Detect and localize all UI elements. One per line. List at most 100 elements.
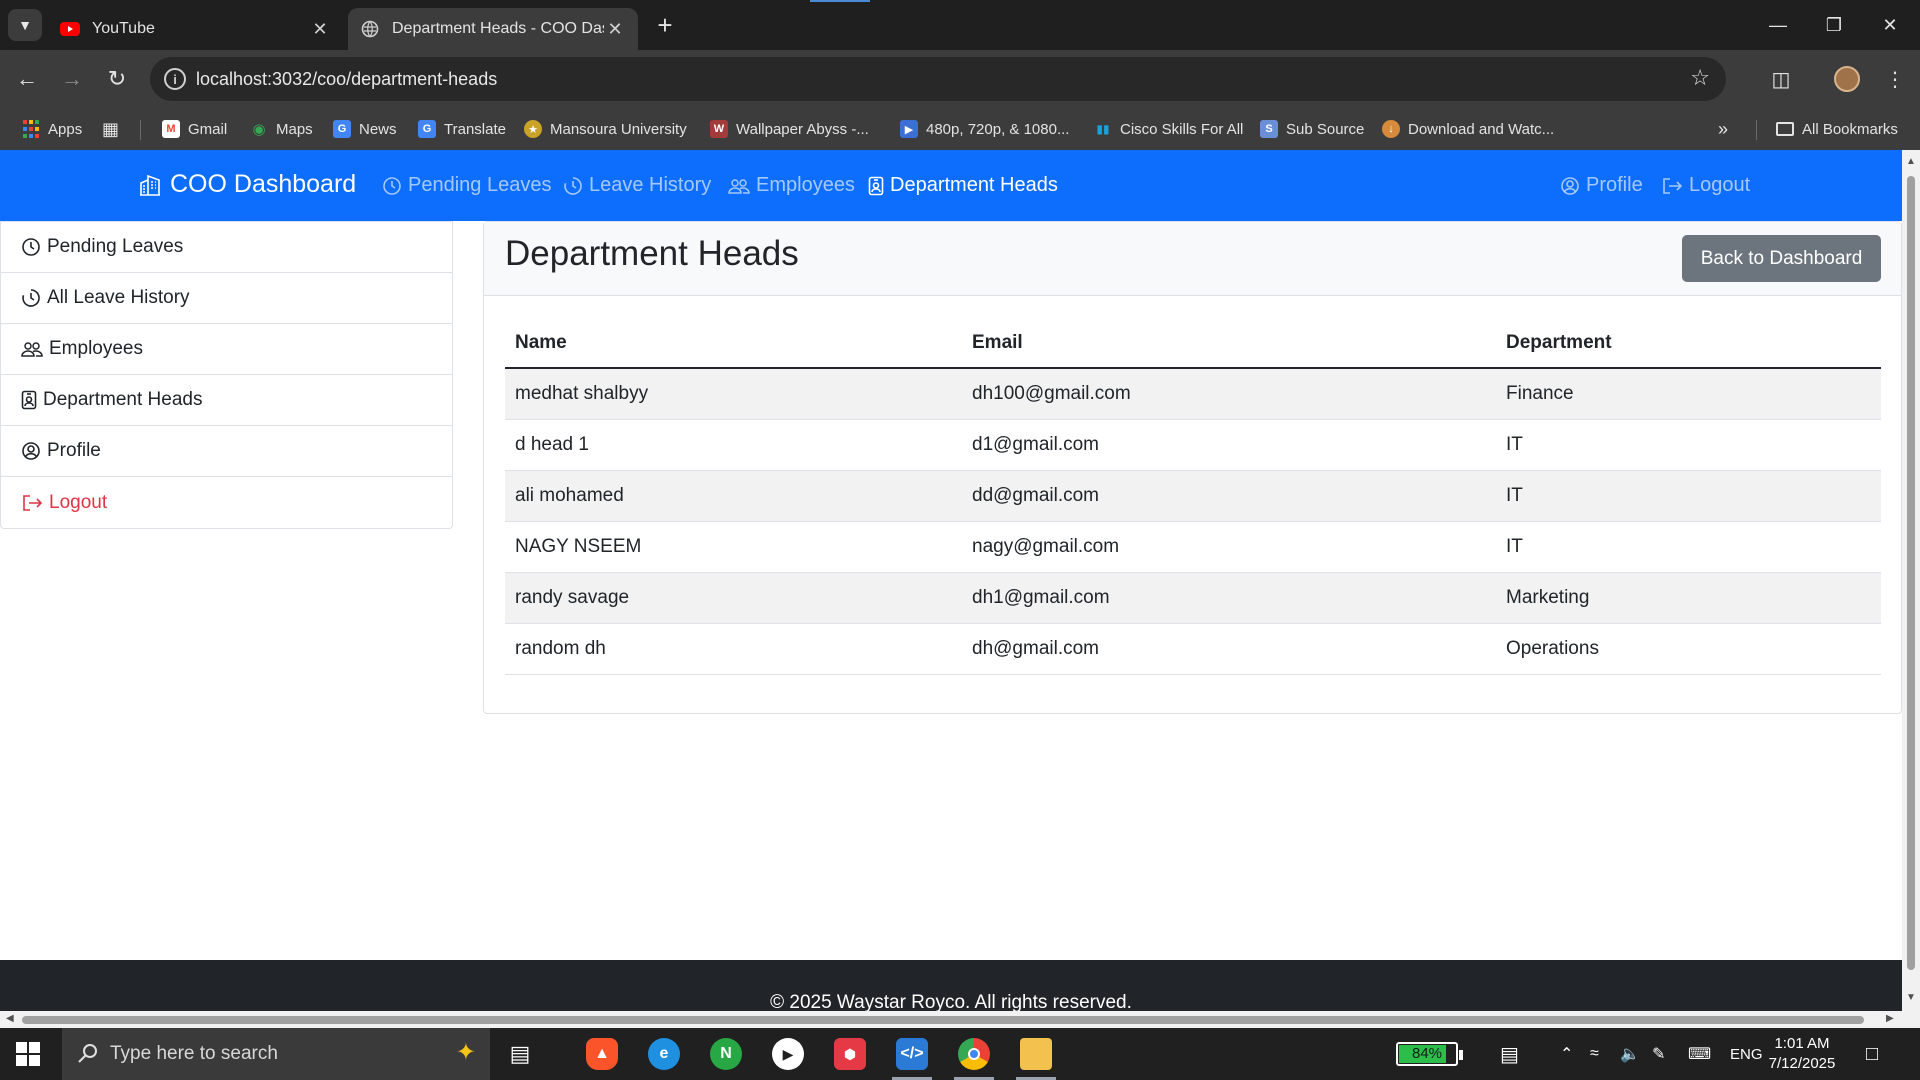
- taskbar-search-box[interactable]: Type here to search ✦: [62, 1028, 490, 1080]
- column-header-department: Department: [1496, 318, 1881, 369]
- bookmark-label: Download and Watc...: [1408, 120, 1555, 138]
- vscode-icon[interactable]: </>: [896, 1038, 928, 1070]
- bookmark-cisco[interactable]: ▮▮ Cisco Skills For All: [1094, 108, 1243, 150]
- scroll-down-icon[interactable]: ▼: [1906, 992, 1916, 1003]
- tab-search-button[interactable]: ▼: [8, 9, 42, 41]
- sidebar-item-logout[interactable]: Logout: [1, 477, 452, 528]
- sidebar-item-label: Profile: [47, 440, 101, 461]
- back-to-dashboard-button[interactable]: Back to Dashboard: [1682, 235, 1881, 282]
- browser-menu-button[interactable]: ⋮: [1878, 62, 1912, 96]
- chevron-up-icon[interactable]: ⌃: [1560, 1028, 1573, 1080]
- kebab-menu-icon: ⋮: [1885, 68, 1905, 91]
- bookmark-480p[interactable]: ▶ 480p, 720p, & 1080...: [900, 108, 1069, 150]
- bookmark-apps[interactable]: Apps: [22, 108, 82, 150]
- bookmark-download[interactable]: ↓ Download and Watc...: [1382, 108, 1554, 150]
- news-widget-icon[interactable]: ▤: [1500, 1028, 1519, 1080]
- nav-department-heads[interactable]: Department Heads: [868, 174, 1058, 197]
- notifications-icon[interactable]: □: [1866, 1028, 1878, 1080]
- nodejs-app-icon[interactable]: N: [710, 1038, 742, 1070]
- profile-avatar[interactable]: [1834, 66, 1860, 92]
- bookmark-wallpaper[interactable]: W Wallpaper Abyss -...: [710, 108, 869, 150]
- sidebar-item-employees[interactable]: Employees: [1, 324, 452, 375]
- close-icon[interactable]: ✕: [604, 19, 626, 40]
- department-heads-table: Name Email Department medhat shalbyy dh1…: [505, 318, 1881, 675]
- restore-button[interactable]: ❐: [1804, 8, 1864, 42]
- cell-department: Finance: [1496, 368, 1881, 420]
- close-icon[interactable]: ✕: [309, 19, 331, 40]
- battery-indicator[interactable]: 84%: [1396, 1042, 1463, 1066]
- edge-browser-icon[interactable]: e: [648, 1038, 680, 1070]
- nav-logout[interactable]: Logout: [1661, 174, 1750, 197]
- shield-app-icon[interactable]: ⬢: [834, 1038, 866, 1070]
- cell-department: Operations: [1496, 623, 1881, 675]
- pen-icon[interactable]: ✎: [1652, 1028, 1665, 1080]
- sidebar-item-all-leave-history[interactable]: All Leave History: [1, 273, 452, 324]
- tab-youtube[interactable]: YouTube ✕: [48, 8, 343, 50]
- nav-pending-leaves[interactable]: Pending Leaves: [382, 174, 551, 197]
- language-indicator[interactable]: ENG: [1730, 1028, 1763, 1080]
- nav-profile[interactable]: Profile: [1560, 174, 1643, 197]
- horizontal-scroll-thumb[interactable]: [22, 1016, 1864, 1024]
- brand-label: COO Dashboard: [170, 170, 357, 198]
- bookmark-label: Wallpaper Abyss -...: [736, 120, 869, 138]
- nav-label: Employees: [756, 174, 855, 196]
- window-accent: [810, 0, 870, 2]
- sidebar-item-profile[interactable]: Profile: [1, 426, 452, 477]
- brave-browser-icon[interactable]: ▲: [586, 1038, 618, 1070]
- scroll-left-icon[interactable]: ◀: [6, 1013, 14, 1024]
- address-bar[interactable]: i localhost:3032/coo/department-heads ☆: [150, 57, 1726, 101]
- sidebar-item-label: Employees: [49, 338, 143, 359]
- bookmark-translate[interactable]: G Translate: [418, 108, 506, 150]
- back-button[interactable]: ←: [10, 62, 44, 96]
- bookmark-star-icon[interactable]: ☆: [1690, 65, 1710, 91]
- bookmark-gmail[interactable]: M Gmail: [162, 108, 227, 150]
- scroll-right-icon[interactable]: ▶: [1886, 1013, 1894, 1024]
- more-bookmarks-button[interactable]: »: [1718, 108, 1728, 150]
- vertical-scroll-thumb[interactable]: [1907, 176, 1915, 970]
- page-title: Department Heads: [505, 234, 799, 273]
- nav-leave-history[interactable]: Leave History: [563, 174, 711, 197]
- system-clock[interactable]: 1:01 AM 7/12/2025: [1762, 1034, 1842, 1074]
- reload-button[interactable]: ↻: [100, 62, 134, 96]
- site-info-icon[interactable]: i: [164, 68, 186, 90]
- keyboard-icon[interactable]: ⌨: [1688, 1028, 1711, 1080]
- bookmark-subsource[interactable]: S Sub Source: [1260, 108, 1364, 150]
- minimize-button[interactable]: —: [1748, 8, 1808, 42]
- file-explorer-icon[interactable]: [1020, 1038, 1052, 1070]
- extensions-button[interactable]: ◫: [1764, 62, 1798, 96]
- bookmark-mansoura[interactable]: ★ Mansoura University: [524, 108, 687, 150]
- address-url: localhost:3032/coo/department-heads: [196, 68, 498, 89]
- tab-department-heads[interactable]: Department Heads - COO Dashboard ✕: [348, 8, 638, 50]
- tab-groups-button[interactable]: ▦: [102, 108, 119, 150]
- wifi-icon[interactable]: ≈: [1590, 1028, 1599, 1080]
- bookmark-label: Translate: [444, 120, 506, 138]
- bookmark-news[interactable]: G News: [333, 108, 397, 150]
- sidebar-item-label: All Leave History: [47, 287, 190, 308]
- column-header-email: Email: [962, 318, 1496, 369]
- sidebar-item-department-heads[interactable]: Department Heads: [1, 375, 452, 426]
- windows-start-icon[interactable]: [16, 1042, 40, 1066]
- grid-icon: ▦: [102, 118, 120, 139]
- nav-employees[interactable]: Employees: [728, 174, 855, 197]
- logout-icon: [21, 493, 43, 513]
- brand-link[interactable]: COO Dashboard: [138, 170, 356, 199]
- browser-tab-strip: ▼ YouTube ✕ Department Heads - COO Dashb…: [0, 0, 1920, 50]
- bookmarks-bar: Apps ▦ M Gmail ◉ Maps G News G Translate…: [0, 108, 1920, 150]
- sidebar-item-pending-leaves[interactable]: Pending Leaves: [1, 222, 452, 273]
- close-window-button[interactable]: ✕: [1860, 8, 1920, 42]
- horizontal-scrollbar[interactable]: ◀ ▶: [0, 1011, 1902, 1028]
- new-tab-button[interactable]: +: [650, 10, 680, 40]
- nav-label: Profile: [1586, 174, 1643, 196]
- vertical-scrollbar[interactable]: ▲ ▼: [1902, 150, 1920, 1028]
- all-bookmarks-button[interactable]: All Bookmarks: [1776, 108, 1898, 150]
- scroll-up-icon[interactable]: ▲: [1906, 156, 1916, 167]
- chrome-browser-icon[interactable]: [958, 1038, 990, 1070]
- forward-button[interactable]: →: [55, 62, 89, 96]
- cell-email: dh@gmail.com: [962, 623, 1496, 675]
- bookmark-maps[interactable]: ◉ Maps: [250, 108, 312, 150]
- arrow-left-icon: ←: [16, 66, 38, 91]
- clock-date: 7/12/2025: [1768, 1055, 1836, 1072]
- task-view-icon[interactable]: ▤: [504, 1038, 536, 1070]
- media-player-icon[interactable]: ▶: [772, 1038, 804, 1070]
- volume-icon[interactable]: 🔈: [1620, 1028, 1640, 1080]
